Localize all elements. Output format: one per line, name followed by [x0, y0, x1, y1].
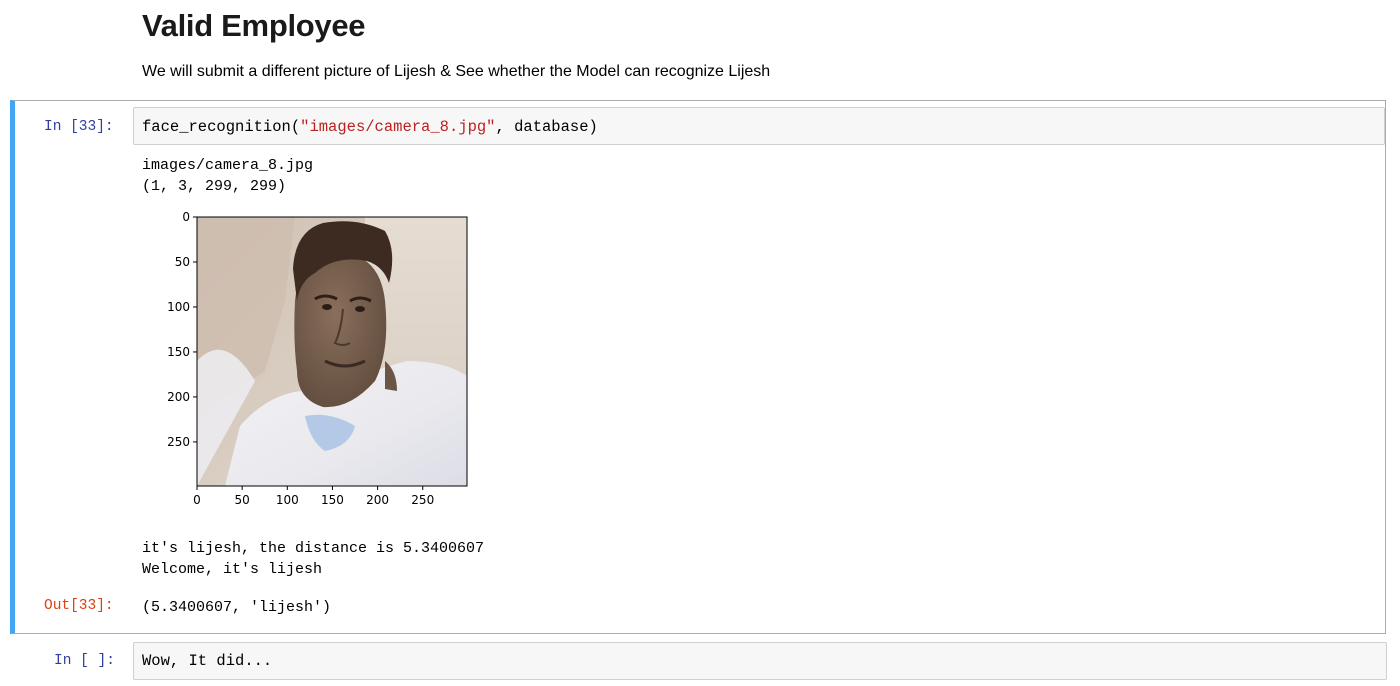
x-tick-label: 200	[366, 493, 389, 507]
stdout-result: it's lijesh, the distance is 5.3400607 W…	[142, 540, 485, 578]
code-cell-33[interactable]: In [33]: face_recognition("images/camera…	[10, 100, 1386, 634]
x-tick-label: 100	[276, 493, 299, 507]
y-tick-label: 250	[167, 435, 190, 449]
stdout-path: images/camera_8.jpg (1, 3, 299, 299)	[142, 157, 314, 195]
y-tick-label: 0	[182, 210, 190, 224]
input-prompt: In [33]:	[44, 119, 114, 135]
y-tick-label: 200	[167, 390, 190, 404]
code-cell-next[interactable]: In [ ]: Wow, It did...	[10, 640, 1387, 682]
section-description: We will submit a different picture of Li…	[142, 63, 771, 80]
section-heading: Valid Employee	[142, 8, 366, 43]
x-tick-label: 150	[321, 493, 344, 507]
y-tick-label: 50	[175, 255, 190, 269]
y-tick-label: 150	[167, 345, 190, 359]
code-input-next[interactable]: Wow, It did...	[133, 642, 1387, 680]
y-tick-label: 100	[167, 300, 190, 314]
code-line: face_recognition("images/camera_8.jpg", …	[142, 118, 598, 136]
code-args: , database)	[495, 118, 598, 136]
code-function: face_recognition(	[142, 118, 301, 136]
image-plot: 0 50 100 150 200 250 0 50 100 150 200 250	[145, 210, 475, 511]
code-string: "images/camera_8.jpg"	[300, 118, 496, 136]
notebook-page: Valid Employee We will submit a differen…	[0, 0, 1400, 686]
input-prompt-empty: In [ ]:	[54, 653, 115, 669]
output-value: (5.3400607, 'lijesh')	[142, 599, 332, 616]
face-photo-icon	[197, 217, 467, 486]
plot-svg: 0 50 100 150 200 250 0 50 100 150 200 250	[167, 210, 468, 507]
code-input[interactable]: face_recognition("images/camera_8.jpg", …	[133, 107, 1385, 145]
x-tick-label: 250	[411, 493, 434, 507]
code-line-next: Wow, It did...	[142, 652, 273, 670]
x-tick-label: 50	[235, 493, 250, 507]
x-tick-label: 0	[193, 493, 201, 507]
output-prompt: Out[33]:	[44, 598, 114, 614]
